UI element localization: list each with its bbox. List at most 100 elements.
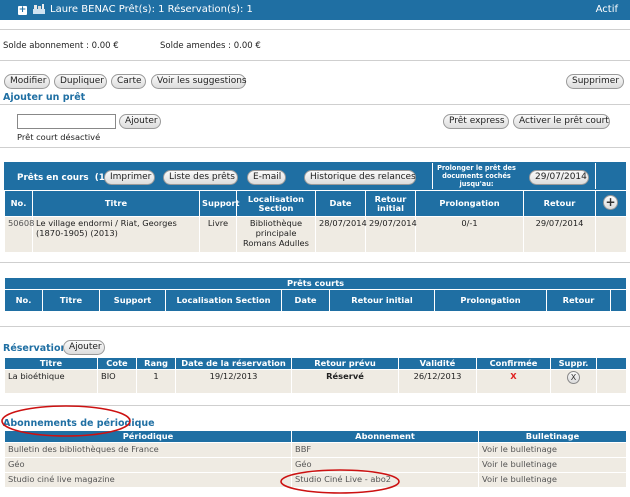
- reader-header-bar: + Laure BENAC Prêt(s): 1 Réservation(s):…: [0, 0, 630, 20]
- loan-extension: 0/-1: [415, 216, 524, 253]
- not-confirmed-x-icon: X: [510, 371, 517, 381]
- col-extension: Prolongation: [434, 289, 547, 312]
- card-button[interactable]: Carte: [111, 74, 146, 89]
- col-location: Localisation Section: [236, 190, 316, 217]
- reservation-rank: 1: [136, 369, 176, 394]
- reservations-table: Titre Cote Rang Date de la réservation R…: [4, 357, 627, 394]
- loan-title: Le village endormi / Riat, Georges (1870…: [32, 216, 200, 253]
- subscription-name[interactable]: Studio Ciné Live - abo2: [291, 472, 479, 488]
- col-title: Titre: [32, 190, 200, 217]
- reservation-title: La bioéthique: [4, 369, 98, 394]
- reservation-expected-return: Réservé: [291, 369, 399, 394]
- loan-no[interactable]: 50608: [4, 216, 34, 253]
- divider: [0, 104, 630, 105]
- current-loans-table: No. Titre Support Localisation Section D…: [4, 190, 627, 253]
- table-row: La bioéthique BIO 1 19/12/2013 Réservé 2…: [4, 369, 627, 394]
- activate-short-loan-button[interactable]: Activer le prêt court: [513, 114, 610, 129]
- col-return: Retour: [546, 289, 611, 312]
- col-validity: Validité: [398, 357, 477, 370]
- reservation-cote: BIO: [97, 369, 137, 394]
- add-reservation-button[interactable]: Ajouter: [63, 340, 105, 355]
- subscription-balance: Solde abonnement : 0.00 €: [3, 41, 119, 51]
- expand-plus-icon[interactable]: +: [18, 6, 27, 15]
- divider: [595, 163, 596, 189]
- bulletinage-link[interactable]: Voir le bulletinage: [478, 442, 627, 458]
- email-button[interactable]: E-mail: [247, 170, 286, 185]
- subscriptions-table: Périodique Abonnement Bulletinage Bullet…: [4, 430, 627, 488]
- col-subscription: Abonnement: [291, 430, 479, 443]
- table-row: 50608 Le village endormi / Riat, Georges…: [4, 216, 627, 253]
- delete-reservation-icon[interactable]: X: [567, 371, 580, 384]
- col-blank: [596, 357, 627, 370]
- col-support: Support: [199, 190, 240, 217]
- col-location: Localisation Section: [165, 289, 282, 312]
- loan-return: 29/07/2014: [523, 216, 596, 253]
- divider: [0, 326, 630, 327]
- divider: [0, 147, 630, 148]
- periodical-name: Géo: [4, 457, 292, 473]
- add-loan-title: Ajouter un prêt: [3, 92, 86, 103]
- barcode-input[interactable]: [17, 114, 116, 129]
- reader-status: Actif: [595, 4, 618, 15]
- bulletinage-link[interactable]: Voir le bulletinage: [478, 472, 627, 488]
- table-row: Bulletin des bibliothèques de France BBF…: [4, 442, 627, 458]
- short-loans-title: Prêts courts: [3, 277, 628, 290]
- reservation-date: 19/12/2013: [175, 369, 292, 394]
- col-rank: Rang: [136, 357, 176, 370]
- col-no: No.: [4, 190, 33, 217]
- extend-date-button[interactable]: 29/07/2014: [529, 170, 589, 185]
- col-confirmed: Confirmée: [476, 357, 551, 370]
- subscription-name[interactable]: BBF: [291, 442, 479, 458]
- col-initial-return: Retour initial: [329, 289, 435, 312]
- col-extension: Prolongation: [415, 190, 524, 217]
- col-title: Titre: [42, 289, 100, 312]
- loan-date: 28/07/2014: [315, 216, 367, 253]
- express-loan-button[interactable]: Prêt express: [443, 114, 509, 129]
- col-title: Titre: [4, 357, 98, 370]
- reservation-blank-cell: [596, 369, 627, 394]
- col-date: Date: [315, 190, 366, 217]
- table-row: Studio ciné live magazine Studio Ciné Li…: [4, 472, 627, 488]
- col-no: No.: [4, 289, 43, 312]
- col-expected-return: Retour prévu: [291, 357, 399, 370]
- divider: [0, 60, 630, 61]
- duplicate-button[interactable]: Dupliquer: [54, 74, 107, 89]
- reminder-history-button[interactable]: Historique des relances: [304, 170, 416, 185]
- subscription-name[interactable]: Géo: [291, 457, 479, 473]
- col-add: +: [595, 190, 627, 217]
- subscriptions-title: Abonnements de périodique: [3, 418, 155, 429]
- periodical-name: Studio ciné live magazine: [4, 472, 292, 488]
- loan-list-button[interactable]: Liste des prêts: [163, 170, 238, 185]
- col-periodical: Périodique: [4, 430, 292, 443]
- delete-reader-button[interactable]: Supprimer: [566, 74, 624, 89]
- loan-location: Bibliothèque principale Romans Adulles: [236, 216, 316, 253]
- col-return: Retour: [523, 190, 596, 217]
- col-reservation-date: Date de la réservation: [175, 357, 292, 370]
- loan-initial-return: 29/07/2014: [365, 216, 417, 253]
- short-loans-table: Prêts courts No. Titre Support Localisat…: [3, 277, 628, 312]
- loan-checkbox-cell[interactable]: [595, 216, 627, 253]
- suggestions-button[interactable]: Voir les suggestions: [151, 74, 247, 89]
- print-button[interactable]: Imprimer: [104, 170, 155, 185]
- col-initial-return: Retour initial: [365, 190, 416, 217]
- current-loans-title: Prêts en cours (1): [17, 173, 109, 183]
- divider: [0, 405, 630, 406]
- table-row: Géo Géo Voir le bulletinage: [4, 457, 627, 473]
- periodical-name: Bulletin des bibliothèques de France: [4, 442, 292, 458]
- divider: [0, 262, 630, 263]
- loan-support: Livre: [199, 216, 237, 253]
- col-support: Support: [99, 289, 166, 312]
- bulletinage-link[interactable]: Voir le bulletinage: [478, 457, 627, 473]
- books-icon: [33, 4, 45, 14]
- reservation-validity: 26/12/2013: [398, 369, 477, 394]
- divider: [0, 29, 630, 30]
- add-loan-button[interactable]: Ajouter: [119, 114, 161, 129]
- col-bulletinage: Bulletinage: [478, 430, 627, 443]
- add-plus-icon[interactable]: +: [603, 195, 618, 210]
- extend-label: Prolonger le prêt des documents cochés j…: [432, 163, 520, 189]
- col-blank: [609, 289, 628, 312]
- col-cote: Cote: [97, 357, 137, 370]
- fines-balance: Solde amendes : 0.00 €: [160, 41, 261, 51]
- modify-button[interactable]: Modifier: [4, 74, 50, 89]
- reader-title[interactable]: Laure BENAC Prêt(s): 1 Réservation(s): 1: [50, 4, 253, 15]
